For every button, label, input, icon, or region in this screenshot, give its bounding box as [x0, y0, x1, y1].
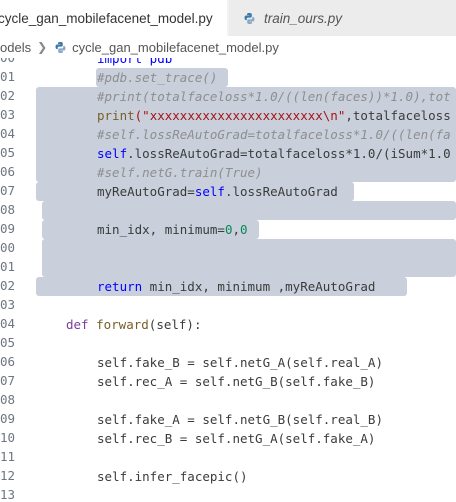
code-comment: #self.netG.train(True) [97, 165, 263, 180]
line-number: 10 [0, 430, 16, 445]
line-number: 03 [0, 107, 16, 122]
code-comment: #self.lossReAutoGrad=totalfaceloss*1.0/(… [97, 127, 451, 142]
breadcrumb: odels ❯ cycle_gan_mobilefacenet_model.py [0, 36, 456, 58]
line-number: 02 [0, 278, 16, 293]
line-number: 00 [0, 58, 15, 67]
code-token: ("xxxxxxxxxxxxxxxxxxxxxxx\n" [134, 108, 346, 123]
tab-label: cycle_gan_mobilefacenet_model.py [0, 10, 213, 26]
code-comment: #print(totalfaceloss*1.0/((len(faces))*1… [97, 89, 451, 104]
line-number: 12 [0, 468, 16, 483]
chevron-right-icon: ❯ [37, 40, 48, 54]
line-number: 07 [0, 183, 16, 198]
line-number: 04 [0, 316, 16, 331]
code-line: self.fake_A = self.netG_B(self.real_B) [97, 412, 383, 427]
line-number: 13 [0, 487, 16, 502]
line-number: 02 [0, 88, 16, 103]
line-number: 05 [0, 335, 16, 350]
code-token: self [97, 146, 128, 161]
code-token: , [232, 222, 240, 237]
code-token: import pdb [97, 58, 173, 66]
code-token: .lossReAutoGrad=totalfaceloss*1.0/(iSum*… [127, 146, 451, 161]
line-number: 01 [0, 259, 16, 274]
tab-cycle-gan-model[interactable]: cycle_gan_mobilefacenet_model.py [0, 0, 227, 36]
line-number-gutter: 00 01 02 03 04 05 06 07 08 09 00 01 02 0… [0, 58, 36, 502]
code-token: return [97, 279, 143, 294]
line-number: 08 [0, 392, 16, 407]
code-token: min_idx, minimum ,myReAutoGrad [142, 279, 376, 294]
code-token: def [66, 317, 89, 332]
code-token: min_idx, minimum= [97, 222, 225, 237]
line-number: 09 [0, 411, 16, 426]
breadcrumb-folder[interactable]: odels [0, 40, 31, 55]
code-line: def forward(self): [66, 315, 201, 334]
code-line: myReAutoGrad=self.lossReAutoGrad [97, 182, 338, 201]
line-number: 05 [0, 145, 16, 160]
code-token: ,totalfaceloss [345, 108, 451, 123]
tab-train-ours[interactable]: train_ours.py [229, 0, 456, 36]
code-line: import pdb [97, 58, 172, 68]
code-comment: #pdb.set_trace() [97, 70, 218, 85]
line-number: 09 [0, 221, 16, 236]
tab-bar: cycle_gan_mobilefacenet_model.py train_o… [0, 0, 456, 37]
line-number: 06 [0, 164, 16, 179]
code-token: (self): [148, 317, 202, 332]
code-token: forward [96, 317, 149, 332]
code-editor[interactable]: 00 01 02 03 04 05 06 07 08 09 00 01 02 0… [0, 58, 456, 502]
line-number: 08 [0, 202, 16, 217]
code-line: self.infer_facepic() [97, 469, 248, 484]
breadcrumb-file[interactable]: cycle_gan_mobilefacenet_model.py [72, 40, 279, 55]
code-token: 0 [240, 222, 248, 237]
tab-label: train_ours.py [264, 10, 343, 26]
code-line: return min_idx, minimum ,myReAutoGrad [97, 277, 375, 296]
code-token: self [194, 184, 225, 199]
line-number: 11 [0, 449, 16, 464]
code-token: .lossReAutoGrad [224, 184, 338, 199]
code-line: self.rec_B = self.netG_A(self.fake_A) [97, 431, 376, 446]
code-line: min_idx, minimum=0,0 [97, 220, 248, 239]
code-line: self.lossReAutoGrad=totalfaceloss*1.0/(i… [97, 144, 451, 163]
python-file-icon [55, 41, 66, 53]
line-number: 03 [0, 297, 16, 312]
code-line: self.fake_B = self.netG_A(self.real_A) [97, 355, 383, 370]
line-number: 01 [0, 69, 16, 84]
code-line: self.rec_A = self.netG_B(self.fake_B) [97, 374, 376, 389]
code-token: print [97, 108, 135, 123]
line-number: 00 [0, 240, 16, 255]
selection-highlight [42, 201, 456, 220]
selection-highlight [42, 239, 456, 277]
line-number: 07 [0, 373, 16, 388]
python-file-icon [244, 12, 255, 24]
line-number: 04 [0, 126, 16, 141]
code-line: print("xxxxxxxxxxxxxxxxxxxxxxx\n",totalf… [97, 106, 451, 125]
code-token: myReAutoGrad= [97, 184, 195, 199]
line-number: 06 [0, 354, 16, 369]
